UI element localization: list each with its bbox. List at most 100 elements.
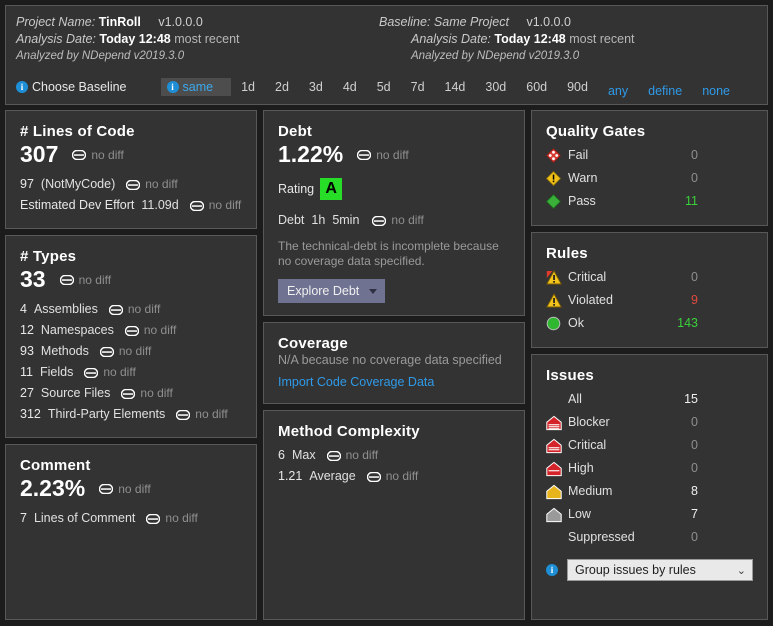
- stat-value: 0: [691, 438, 698, 452]
- lines-of-code-main: 307 no diff: [20, 141, 242, 168]
- baseline-tab-14d[interactable]: 14d: [435, 78, 476, 96]
- debt-main: 1.22% no diff: [278, 141, 510, 168]
- baseline-tab-any[interactable]: any: [598, 82, 638, 100]
- no-diff-label: no diff: [195, 407, 228, 421]
- no-diff-label: no diff: [345, 448, 379, 462]
- no-diff-indicator: no diff: [146, 508, 198, 529]
- stat-value: 0: [691, 171, 698, 185]
- analysis-date-line: Analysis Date: Today 12:48 most recent: [16, 31, 371, 48]
- stat-label: Medium: [568, 484, 613, 498]
- stat-label: All: [568, 392, 582, 406]
- header-panel: Project Name: TinRoll v1.0.0.0 Analysis …: [5, 5, 768, 105]
- stat-row-fail[interactable]: Fail 0: [546, 144, 753, 167]
- types-rows: 4 Assemblies no diff 12 Namespaces no diff 93 M…: [20, 299, 242, 425]
- stat-value: 0: [691, 530, 698, 544]
- import-code-coverage-link[interactable]: Import Code Coverage Data: [278, 375, 434, 389]
- quality-gates-rows: Fail 0 Warn 0 Pass 11: [546, 144, 753, 213]
- baseline-tab-same[interactable]: i same: [160, 78, 232, 96]
- baseline-analysis-date-line: Analysis Date: Today 12:48 most recent: [379, 31, 757, 48]
- metric-row: 11 Fields no diff: [20, 362, 242, 383]
- stat-row-critical[interactable]: Critical 0: [546, 434, 753, 457]
- metric-label: Namespaces: [40, 323, 114, 337]
- baseline-analysis-date-suffix: most recent: [569, 32, 635, 46]
- coverage-panel: Coverage N/A because no coverage data sp…: [263, 322, 525, 404]
- stat-value: 0: [691, 270, 698, 284]
- stat-row-suppressed[interactable]: Suppressed 0: [546, 526, 753, 549]
- no-diff-icon: [99, 483, 114, 494]
- baseline-tab-30d[interactable]: 30d: [475, 78, 516, 96]
- metric-row: 27 Source Files no diff: [20, 383, 242, 404]
- coverage-title: Coverage: [278, 335, 348, 352]
- metric-value: Estimated Dev Effort: [20, 198, 135, 212]
- method-complexity-panel: Method Complexity 6 Max no diff 1.21 Average…: [263, 410, 525, 620]
- metric-value: 11: [20, 365, 33, 379]
- metric-value: 12: [20, 323, 34, 337]
- stat-row-all[interactable]: All 15: [546, 388, 753, 411]
- baseline-label: Baseline:: [379, 15, 431, 29]
- no-diff-icon: [357, 149, 372, 160]
- stat-row-warn[interactable]: Warn 0: [546, 167, 753, 190]
- issues-grouping-row: i Group issues by rules ⌄: [546, 559, 753, 581]
- no-diff-label: no diff: [376, 147, 409, 162]
- no-diff-icon: [108, 304, 123, 315]
- baseline-tab-60d[interactable]: 60d: [516, 78, 557, 96]
- baseline-tabs: i same 1d 2d 3d 4d 5d 7d 14d 30d 60d 90d any define no…: [160, 74, 740, 100]
- choose-baseline-label: Choose Baseline: [32, 80, 127, 94]
- baseline-tab-1d[interactable]: 1d: [231, 78, 265, 96]
- rules-rows: Critical 0 Violated 9 Ok 143: [546, 266, 753, 335]
- group-issues-value: Group issues by rules: [575, 563, 696, 577]
- debt-hours: 1h: [311, 213, 326, 227]
- metric-row: 12 Namespaces no diff: [20, 320, 242, 341]
- baseline-tab-4d[interactable]: 4d: [333, 78, 367, 96]
- no-diff-icon: [59, 274, 74, 285]
- no-diff-icon: [176, 409, 191, 420]
- no-diff-label: no diff: [165, 511, 198, 525]
- diamond-warn-icon: [546, 171, 568, 186]
- stat-value: 11: [685, 194, 698, 208]
- stat-row-blocker[interactable]: Blocker 0: [546, 411, 753, 434]
- baseline-tab-3d[interactable]: 3d: [299, 78, 333, 96]
- left-column: # Lines of Code 307 no diff 97 (NotMyCode…: [5, 110, 257, 620]
- explore-debt-button[interactable]: Explore Debt: [278, 279, 386, 303]
- baseline-tab-2d[interactable]: 2d: [265, 78, 299, 96]
- metric-label: Third-Party Elements: [47, 407, 166, 421]
- lines-of-code-panel: # Lines of Code 307 no diff 97 (NotMyCode…: [5, 110, 257, 229]
- diamond-fail-icon: [546, 148, 568, 163]
- analyzed-by-left: Analyzed by NDepend v2019.3.0: [16, 50, 185, 62]
- no-diff-label: no diff: [78, 272, 112, 287]
- quality-gates-panel: Quality Gates Fail 0 Warn 0 Pass 11: [531, 110, 768, 226]
- no-diff-icon: [72, 149, 87, 160]
- choose-baseline-button[interactable]: i Choose Baseline: [16, 80, 127, 94]
- baseline-tab-5d[interactable]: 5d: [367, 78, 401, 96]
- rating-badge: A: [320, 178, 343, 200]
- stat-label: Blocker: [568, 415, 610, 429]
- triangle-violated-icon: [546, 293, 568, 308]
- metric-label: Source Files: [40, 386, 111, 400]
- stat-label: Critical: [568, 438, 607, 452]
- stat-row-violated[interactable]: Violated 9: [546, 289, 753, 312]
- project-version: v1.0.0.0: [158, 15, 203, 29]
- stat-row-medium[interactable]: Medium 8: [546, 480, 753, 503]
- stat-row-pass[interactable]: Pass 11: [546, 190, 753, 213]
- quality-gates-title: Quality Gates: [546, 123, 646, 140]
- no-diff-indicator: no diff: [124, 320, 176, 341]
- stat-row-ok[interactable]: Ok 143: [546, 312, 753, 335]
- stat-row-low[interactable]: Low 7: [546, 503, 753, 526]
- types-main: 33 no diff: [20, 266, 242, 293]
- stat-label: Suppressed: [568, 530, 635, 544]
- lines-of-code-title: # Lines of Code: [20, 123, 135, 140]
- analyzed-by-right: Analyzed by NDepend v2019.3.0: [411, 50, 580, 62]
- method-complexity-title: Method Complexity: [278, 423, 420, 440]
- issues-rows: All 15 Blocker 0 Critical 0 High 0 Medium 8 Low 7 Su…: [546, 388, 753, 549]
- baseline-tab-7d[interactable]: 7d: [401, 78, 435, 96]
- group-issues-select[interactable]: Group issues by rules ⌄: [567, 559, 753, 581]
- lines-of-code-rows: 97 (NotMyCode) no diff Estimated Dev Effort…: [20, 174, 242, 216]
- baseline-tab-90d[interactable]: 90d: [557, 78, 598, 96]
- baseline-tab-define[interactable]: define: [638, 82, 692, 100]
- lines-of-code-value: 307: [20, 141, 59, 167]
- dashboard-root: Project Name: TinRoll v1.0.0.0 Analysis …: [0, 0, 773, 626]
- stat-row-high[interactable]: High 0: [546, 457, 753, 480]
- metric-row: 312 Third-Party Elements no diff: [20, 404, 242, 425]
- baseline-tab-none[interactable]: none: [692, 82, 740, 100]
- stat-row-critical[interactable]: Critical 0: [546, 266, 753, 289]
